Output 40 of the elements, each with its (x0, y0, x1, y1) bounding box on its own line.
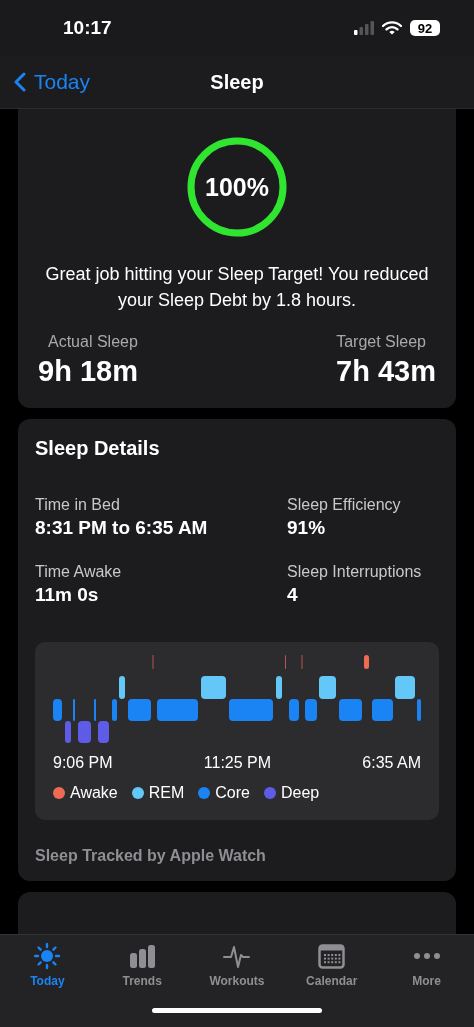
summary-message: Great job hitting your Sleep Target! You reduced your Sleep Debt by 1.8 hours. (44, 263, 430, 312)
wifi-icon (382, 21, 402, 35)
time-label: 11:25 PM (203, 754, 272, 772)
metric-value: 8:31 PM to 6:35 AM (35, 517, 209, 539)
stat-label: Target Sleep (335, 333, 427, 351)
metric-value: 11m 0s (35, 584, 100, 606)
metric-label: Sleep Interruptions (287, 563, 423, 581)
calendar-icon (318, 943, 346, 970)
battery-level: 92 (417, 20, 433, 36)
tab[interactable]: More (386, 943, 467, 988)
section-title: Sleep Details (35, 437, 161, 460)
metric-label: Time Awake (35, 563, 123, 581)
status-time: 10:17 (63, 17, 112, 39)
pulse-icon (223, 943, 251, 970)
source-note: Sleep Tracked by Apple Watch (35, 847, 267, 865)
stat-value: 9h 18m (38, 355, 138, 388)
metric-value: 91% (287, 517, 327, 539)
ring-percent: 100% (205, 172, 269, 202)
more-icon (413, 953, 440, 959)
metric-label: Time in Bed (35, 496, 121, 514)
metric-label: Sleep Efficiency (287, 496, 402, 514)
stat-value: 7h 43m (336, 355, 436, 388)
legend-label: REM (148, 784, 185, 802)
chevron-left-icon (14, 72, 26, 92)
tab[interactable]: Today (7, 943, 88, 988)
legend-label: Core (215, 784, 250, 802)
page-title: Sleep (209, 70, 265, 94)
metric-value: 4 (287, 584, 299, 606)
signal-icon (354, 21, 374, 35)
tab[interactable]: Calendar (291, 943, 372, 988)
time-label: 6:35 AM (362, 754, 421, 772)
legend-label: Awake (70, 784, 118, 802)
tab[interactable]: Trends (102, 943, 183, 988)
tab[interactable]: Workouts (197, 943, 277, 988)
sun-icon (33, 943, 61, 970)
time-label: 9:06 PM (53, 754, 113, 772)
stat-label: Actual Sleep (47, 333, 139, 351)
bar-chart-icon (128, 943, 156, 970)
back-button[interactable]: Today (0, 70, 91, 94)
legend-label: Deep (281, 784, 320, 802)
